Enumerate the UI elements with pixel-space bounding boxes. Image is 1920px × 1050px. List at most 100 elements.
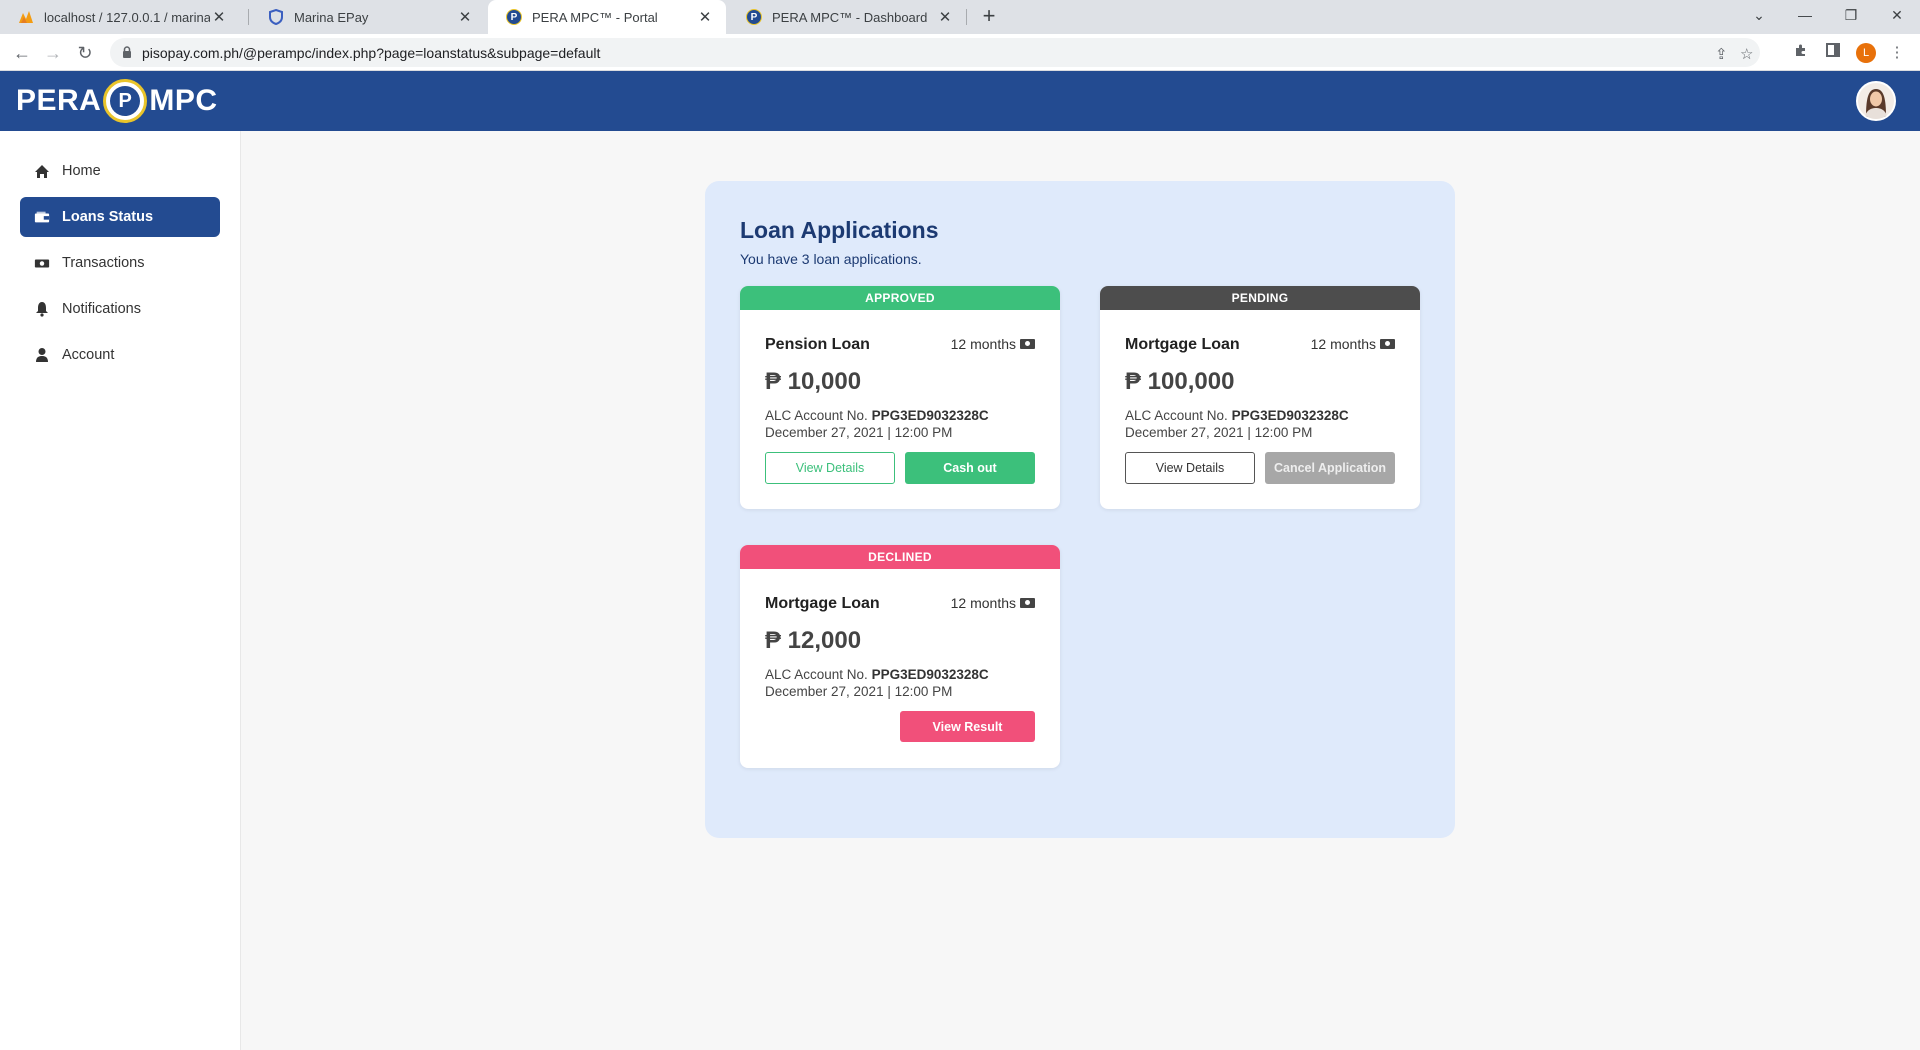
page-title: Loan Applications [740, 217, 939, 243]
url-text: pisopay.com.ph/@perampc/index.php?page=l… [142, 45, 601, 61]
browser-tab-active[interactable]: P PERA MPC™ - Portal ✕ [488, 0, 726, 34]
bell-icon [34, 301, 50, 317]
sidebar-item-loans-status[interactable]: Loans Status [20, 197, 220, 237]
close-icon[interactable]: ✕ [210, 8, 228, 26]
tab-divider [966, 9, 967, 25]
tab-title: PERA MPC™ - Dashboard [772, 9, 928, 25]
back-icon[interactable]: ← [9, 40, 35, 66]
side-panel-icon[interactable] [1822, 42, 1844, 64]
close-icon[interactable]: ✕ [936, 8, 954, 26]
tab-divider [248, 9, 249, 25]
logo-text-right: MPC [149, 84, 218, 117]
account-number: ALC Account No. PPG3ED9032328C [765, 408, 989, 423]
loan-date: December 27, 2021 | 12:00 PM [765, 425, 953, 440]
browser-tab[interactable]: Marina EPay ✕ [250, 0, 486, 34]
money-icon [34, 255, 50, 271]
account-value: PPG3ED9032328C [871, 667, 989, 682]
app-header: PERA P MPC [0, 71, 1920, 131]
pera-logo-icon: P [506, 9, 522, 25]
account-number: ALC Account No. PPG3ED9032328C [1125, 408, 1349, 423]
user-avatar[interactable] [1856, 81, 1896, 121]
logo-seal-icon: P [103, 79, 148, 123]
loan-term-text: 12 months [1310, 336, 1376, 352]
sidebar-item-label: Transactions [62, 255, 145, 271]
cash-icon [1020, 598, 1035, 608]
new-tab-button[interactable]: + [976, 4, 1002, 30]
account-label: ALC Account No. [765, 667, 868, 682]
main-content: Loan Applications You have 3 loan applic… [241, 131, 1920, 1050]
tab-search-icon[interactable]: ⌄ [1736, 0, 1782, 30]
sidebar-item-home[interactable]: Home [20, 151, 220, 191]
lock-icon [123, 46, 131, 58]
logo-text-left: PERA [16, 84, 102, 117]
account-number: ALC Account No. PPG3ED9032328C [765, 667, 989, 682]
minimize-icon[interactable]: — [1782, 0, 1828, 30]
cancel-application-button[interactable]: Cancel Application [1265, 452, 1395, 484]
loan-amount: ₱ 100,000 [1125, 368, 1235, 395]
sidebar-item-label: Account [62, 347, 115, 363]
loan-date: December 27, 2021 | 12:00 PM [1125, 425, 1313, 440]
cash-icon [1380, 339, 1395, 349]
view-result-button[interactable]: View Result [900, 711, 1035, 742]
restore-icon[interactable]: ❐ [1828, 0, 1874, 30]
sidebar-item-label: Loans Status [62, 209, 154, 225]
share-icon[interactable]: ⇪ [1715, 45, 1728, 63]
home-icon [34, 163, 50, 179]
status-badge: DECLINED [740, 545, 1060, 569]
loan-applications-panel: Loan Applications You have 3 loan applic… [705, 181, 1455, 838]
loan-card: APPROVED Pension Loan 12 months ₱ 10,000… [740, 286, 1060, 509]
kebab-menu-icon[interactable]: ⋮ [1886, 42, 1908, 64]
phpmyadmin-icon [18, 9, 34, 25]
address-bar[interactable]: pisopay.com.ph/@perampc/index.php?page=l… [110, 38, 1760, 67]
loan-term-text: 12 months [950, 336, 1016, 352]
shield-icon [268, 9, 284, 25]
pera-logo-icon: P [746, 9, 762, 25]
loan-type: Pension Loan [765, 336, 870, 353]
loan-card: PENDING Mortgage Loan 12 months ₱ 100,00… [1100, 286, 1420, 509]
cash-out-button[interactable]: Cash out [905, 452, 1035, 484]
loan-term: 12 months [1311, 336, 1395, 352]
close-icon[interactable]: ✕ [696, 8, 714, 26]
view-details-button[interactable]: View Details [1125, 452, 1255, 484]
account-value: PPG3ED9032328C [1231, 408, 1349, 423]
sidebar-item-label: Home [62, 163, 101, 179]
pera-mpc-logo[interactable]: PERA P MPC [16, 79, 218, 123]
loan-term: 12 months [951, 336, 1035, 352]
extensions-icon[interactable] [1790, 42, 1812, 64]
loan-amount: ₱ 12,000 [765, 627, 862, 654]
browser-tab[interactable]: P PERA MPC™ - Dashboard ✕ [728, 0, 966, 34]
loan-amount: ₱ 10,000 [765, 368, 862, 395]
status-badge: PENDING [1100, 286, 1420, 310]
account-label: ALC Account No. [765, 408, 868, 423]
close-window-icon[interactable]: ✕ [1874, 0, 1920, 30]
reload-icon[interactable]: ↻ [72, 40, 98, 66]
sidebar-item-notifications[interactable]: Notifications [20, 289, 220, 329]
profile-avatar[interactable]: L [1856, 43, 1876, 63]
sidebar-item-transactions[interactable]: Transactions [20, 243, 220, 283]
account-label: ALC Account No. [1125, 408, 1228, 423]
browser-toolbar: ← → ↻ pisopay.com.ph/@perampc/index.php?… [0, 34, 1920, 71]
logo-seal-letter: P [110, 86, 141, 116]
tab-title: PERA MPC™ - Portal [532, 9, 658, 25]
loan-term-text: 12 months [950, 595, 1016, 611]
cash-icon [1020, 339, 1035, 349]
sidebar-item-account[interactable]: Account [20, 335, 220, 375]
forward-icon[interactable]: → [40, 40, 66, 66]
view-details-button[interactable]: View Details [765, 452, 895, 484]
tab-title: localhost / 127.0.0.1 / marina-ep [44, 9, 210, 25]
loan-type: Mortgage Loan [1125, 336, 1240, 353]
sidebar: Home Loans Status Transactions Notificat… [0, 131, 241, 1050]
loan-date: December 27, 2021 | 12:00 PM [765, 684, 953, 699]
page-subtitle: You have 3 loan applications. [740, 251, 922, 267]
browser-tab[interactable]: localhost / 127.0.0.1 / marina-ep ✕ [0, 0, 240, 34]
sidebar-item-label: Notifications [62, 301, 141, 317]
loan-type: Mortgage Loan [765, 595, 880, 612]
user-icon [34, 347, 50, 363]
wallet-icon [34, 209, 50, 225]
bookmark-star-icon[interactable]: ☆ [1740, 45, 1753, 63]
status-badge: APPROVED [740, 286, 1060, 310]
loan-term: 12 months [951, 595, 1035, 611]
account-value: PPG3ED9032328C [871, 408, 989, 423]
close-icon[interactable]: ✕ [456, 8, 474, 26]
tab-title: Marina EPay [294, 9, 369, 25]
